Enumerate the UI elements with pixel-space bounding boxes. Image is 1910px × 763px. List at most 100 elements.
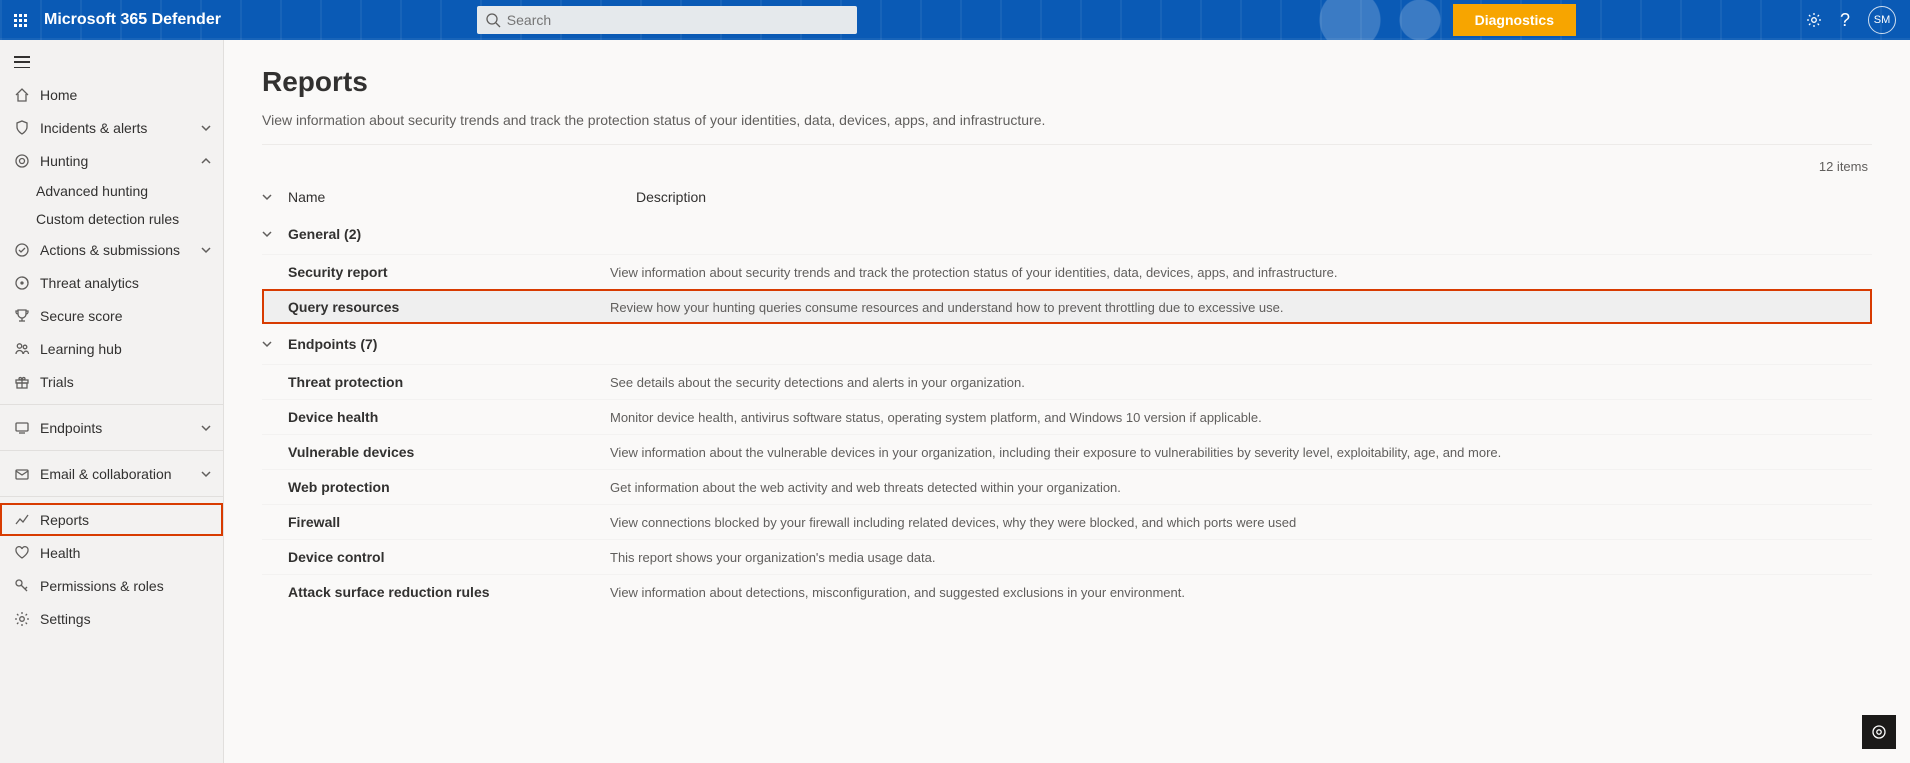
column-header-name[interactable]: Name bbox=[288, 189, 636, 205]
sidebar-item-label: Reports bbox=[40, 512, 211, 528]
sidebar-subitem-adv-hunt[interactable]: Advanced hunting bbox=[0, 177, 223, 205]
report-row[interactable]: Web protectionGet information about the … bbox=[262, 469, 1872, 504]
sidebar-item-incidents[interactable]: Incidents & alerts bbox=[0, 111, 223, 144]
report-row[interactable]: Query resourcesReview how your hunting q… bbox=[262, 289, 1872, 324]
sidebar-item-settings[interactable]: Settings bbox=[0, 602, 223, 635]
report-row[interactable]: Vulnerable devicesView information about… bbox=[262, 434, 1872, 469]
group-header-label: Endpoints (7) bbox=[288, 336, 377, 352]
header-actions: ? SM bbox=[1806, 6, 1910, 34]
sidebar-item-reports[interactable]: Reports bbox=[0, 503, 223, 536]
feedback-button[interactable] bbox=[1862, 715, 1896, 749]
sidebar: Home Incidents & alerts Hunting Advanced hu… bbox=[0, 40, 224, 763]
table-header: Name Description bbox=[262, 180, 1872, 214]
column-header-description[interactable]: Description bbox=[636, 189, 1872, 205]
user-avatar[interactable]: SM bbox=[1868, 6, 1896, 34]
key-icon bbox=[12, 578, 32, 594]
check-icon bbox=[12, 242, 32, 258]
sidebar-item-endpoints[interactable]: Endpoints bbox=[0, 411, 223, 444]
report-name: Security report bbox=[262, 264, 610, 280]
group-header[interactable]: General (2) bbox=[262, 214, 1872, 254]
report-name: Threat protection bbox=[262, 374, 610, 390]
settings-gear-icon[interactable] bbox=[1806, 12, 1822, 28]
help-icon[interactable]: ? bbox=[1840, 10, 1850, 31]
chevron-down-icon bbox=[201, 123, 211, 133]
group-header-label: General (2) bbox=[288, 226, 361, 242]
sidebar-item-label: Secure score bbox=[40, 308, 211, 324]
sidebar-item-label: Email & collaboration bbox=[40, 466, 201, 482]
report-row[interactable]: Device controlThis report shows your org… bbox=[262, 539, 1872, 574]
sidebar-item-home[interactable]: Home bbox=[0, 78, 223, 111]
chevron-down-icon bbox=[201, 469, 211, 479]
sidebar-item-label: Threat analytics bbox=[40, 275, 211, 291]
search-wrap bbox=[477, 6, 857, 34]
report-name: Query resources bbox=[262, 299, 610, 315]
sidebar-item-health[interactable]: Health bbox=[0, 536, 223, 569]
report-description: View information about security trends a… bbox=[610, 265, 1872, 280]
chart-icon bbox=[12, 512, 32, 528]
sidebar-item-perms[interactable]: Permissions & roles bbox=[0, 569, 223, 602]
target-icon bbox=[12, 153, 32, 169]
collapse-all-button[interactable] bbox=[262, 192, 288, 202]
sidebar-item-threat[interactable]: Threat analytics bbox=[0, 266, 223, 299]
page-subtitle: View information about security trends a… bbox=[262, 112, 1872, 145]
app-title: Microsoft 365 Defender bbox=[44, 11, 221, 29]
report-name: Web protection bbox=[262, 479, 610, 495]
report-description: View information about the vulnerable de… bbox=[610, 445, 1872, 460]
waffle-icon bbox=[14, 14, 27, 27]
mail-icon bbox=[12, 466, 32, 482]
home-icon bbox=[12, 87, 32, 103]
sidebar-item-actions[interactable]: Actions & submissions bbox=[0, 233, 223, 266]
sidebar-item-label: Actions & submissions bbox=[40, 242, 201, 258]
chevron-down-icon bbox=[262, 339, 288, 349]
chevron-down-icon bbox=[262, 229, 288, 239]
sidebar-item-label: Custom detection rules bbox=[36, 211, 179, 227]
sidebar-item-label: Health bbox=[40, 545, 211, 561]
sidebar-item-email[interactable]: Email & collaboration bbox=[0, 457, 223, 490]
report-description: View connections blocked by your firewal… bbox=[610, 515, 1872, 530]
page-title: Reports bbox=[262, 66, 1872, 98]
radar-icon bbox=[12, 275, 32, 291]
sidebar-item-label: Settings bbox=[40, 611, 211, 627]
sidebar-subitem-custom-rules[interactable]: Custom detection rules bbox=[0, 205, 223, 233]
report-description: See details about the security detection… bbox=[610, 375, 1872, 390]
sidebar-item-label: Advanced hunting bbox=[36, 183, 148, 199]
device-icon bbox=[12, 420, 32, 436]
search-input[interactable] bbox=[477, 6, 857, 34]
people-icon bbox=[12, 341, 32, 357]
nav-divider bbox=[0, 450, 223, 451]
global-header: Microsoft 365 Defender Diagnostics ? SM bbox=[0, 0, 1910, 40]
group-header[interactable]: Endpoints (7) bbox=[262, 324, 1872, 364]
report-row[interactable]: Threat protectionSee details about the s… bbox=[262, 364, 1872, 399]
report-description: View information about detections, misco… bbox=[610, 585, 1872, 600]
sidebar-item-label: Incidents & alerts bbox=[40, 120, 201, 136]
gear-icon bbox=[12, 611, 32, 627]
trophy-icon bbox=[12, 308, 32, 324]
sidebar-item-label: Trials bbox=[40, 374, 211, 390]
nav-collapse-button[interactable] bbox=[0, 46, 223, 78]
main-content: Reports View information about security … bbox=[224, 40, 1910, 763]
search-icon bbox=[485, 12, 501, 28]
heart-icon bbox=[12, 545, 32, 561]
nav-divider bbox=[0, 404, 223, 405]
chevron-up-icon bbox=[201, 156, 211, 166]
diagnostics-button[interactable]: Diagnostics bbox=[1453, 4, 1576, 36]
app-launcher-button[interactable] bbox=[0, 0, 40, 40]
sidebar-item-label: Home bbox=[40, 87, 211, 103]
gift-icon bbox=[12, 374, 32, 390]
sidebar-item-score[interactable]: Secure score bbox=[0, 299, 223, 332]
nav-divider bbox=[0, 496, 223, 497]
report-row[interactable]: Device healthMonitor device health, anti… bbox=[262, 399, 1872, 434]
report-description: Monitor device health, antivirus softwar… bbox=[610, 410, 1872, 425]
sidebar-item-trials[interactable]: Trials bbox=[0, 365, 223, 398]
shield-icon bbox=[12, 120, 32, 136]
report-row[interactable]: Security reportView information about se… bbox=[262, 254, 1872, 289]
sidebar-item-learn[interactable]: Learning hub bbox=[0, 332, 223, 365]
sidebar-item-label: Endpoints bbox=[40, 420, 201, 436]
report-name: Firewall bbox=[262, 514, 610, 530]
report-row[interactable]: Attack surface reduction rulesView infor… bbox=[262, 574, 1872, 609]
sidebar-item-label: Learning hub bbox=[40, 341, 211, 357]
report-row[interactable]: FirewallView connections blocked by your… bbox=[262, 504, 1872, 539]
chevron-down-icon bbox=[201, 245, 211, 255]
chevron-down-icon bbox=[201, 423, 211, 433]
sidebar-item-hunting[interactable]: Hunting bbox=[0, 144, 223, 177]
